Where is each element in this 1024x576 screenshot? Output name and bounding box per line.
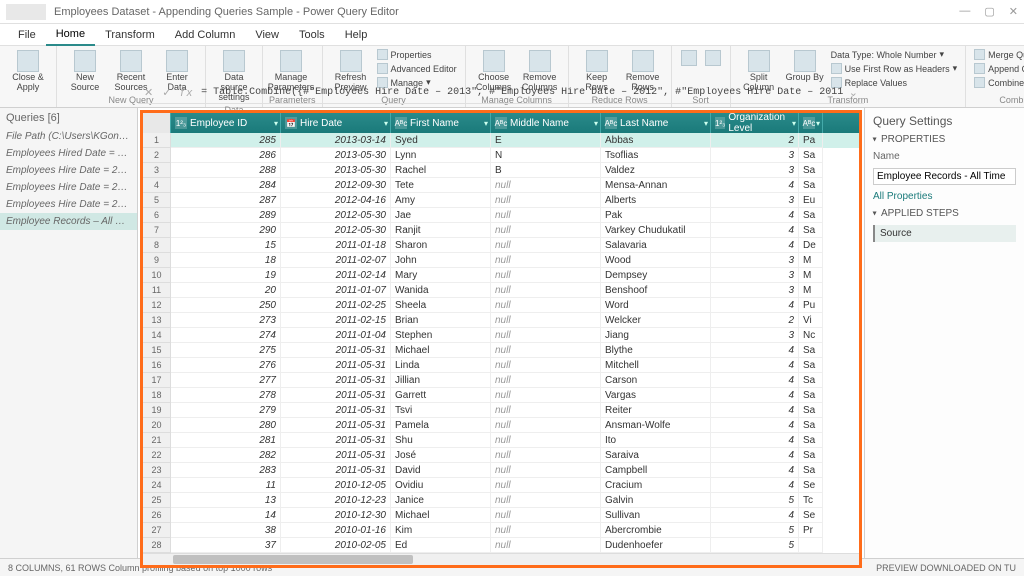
horizontal-scrollbar[interactable] (143, 553, 859, 565)
properties-button[interactable]: Properties (375, 48, 459, 61)
query-item[interactable]: Employee Records – All Time (0, 213, 137, 230)
table-row[interactable]: 27382010-01-16KimnullAbercrombie5Pr (143, 523, 859, 538)
queries-panel: Queries [6] File Path (C:\Users\KGoncalv… (0, 108, 138, 558)
query-item[interactable]: File Path (C:\Users\KGoncalves\Go… (0, 128, 137, 145)
data-grid[interactable]: 1²₃Employee ID▾📅Hire Date▾AᴮcFirst Name▾… (143, 113, 859, 565)
tab-home[interactable]: Home (46, 24, 95, 46)
first-row-headers-button[interactable]: Use First Row as Headers ▾ (829, 62, 960, 75)
title-bar: Employees Dataset - Appending Queries Sa… (0, 0, 1024, 24)
formula-icons[interactable]: ✕ ✓ fx (144, 86, 195, 99)
query-settings-title: Query Settings (873, 114, 1016, 128)
query-settings-panel: Query Settings PROPERTIES Name All Prope… (864, 108, 1024, 558)
minimize-icon[interactable]: — (959, 5, 970, 18)
table-row[interactable]: 152752011-05-31MichaelnullBlythe4Sa (143, 343, 859, 358)
table-row[interactable]: 62892012-05-30JaenullPak4Sa (143, 208, 859, 223)
table-row[interactable]: 28372010-02-05EdnullDudenhoefer5 (143, 538, 859, 553)
ribbon-tabs: FileHomeTransformAdd ColumnViewToolsHelp (0, 24, 1024, 46)
column-header[interactable]: Aᴮc▾ (799, 113, 823, 133)
query-item[interactable]: Employees Hire Date = 2011 (0, 162, 137, 179)
tab-add-column[interactable]: Add Column (165, 25, 246, 45)
quick-access-toolbar[interactable] (6, 4, 46, 20)
data-grid-frame: 1²₃Employee ID▾📅Hire Date▾AᴮcFirst Name▾… (140, 110, 862, 568)
status-right: PREVIEW DOWNLOADED ON TU (876, 563, 1016, 573)
column-header[interactable]: AᴮcMiddle Name▾ (491, 113, 601, 133)
table-row[interactable]: 72902012-05-30RanjitnullVarkey Chudukati… (143, 223, 859, 238)
applied-step-source[interactable]: Source (873, 225, 1016, 242)
applied-steps-header[interactable]: APPLIED STEPS (873, 208, 1016, 219)
tab-view[interactable]: View (245, 25, 289, 45)
append-queries-button[interactable]: Append Queries ▾ (972, 62, 1024, 75)
table-row[interactable]: 182782011-05-31GarrettnullVargas4Sa (143, 388, 859, 403)
maximize-icon[interactable]: ▢ (984, 5, 994, 18)
table-row[interactable]: 232832011-05-31DavidnullCampbell4Sa (143, 463, 859, 478)
query-name-input[interactable] (873, 168, 1016, 185)
table-row[interactable]: 9182011-02-07JohnnullWood3M (143, 253, 859, 268)
table-row[interactable]: 24112010-12-05OvidiunullCracium4Se (143, 478, 859, 493)
new-source-button[interactable]: New Source (63, 48, 107, 95)
table-row[interactable]: 142742011-01-04StephennullJiang3Nc (143, 328, 859, 343)
table-row[interactable]: 11202011-01-07WanidanullBenshoof3M (143, 283, 859, 298)
table-row[interactable]: 202802011-05-31PamelanullAnsman-Wolfe4Sa (143, 418, 859, 433)
name-label: Name (873, 151, 1016, 162)
column-header[interactable]: 📅Hire Date▾ (281, 113, 391, 133)
query-item[interactable]: Employees Hire Date = 2012 (0, 179, 137, 196)
advanced-editor-button[interactable]: Advanced Editor (375, 62, 459, 75)
data-type-dropdown[interactable]: Data Type: Whole Number ▾ (829, 48, 960, 61)
tab-help[interactable]: Help (335, 25, 378, 45)
table-row[interactable]: 162762011-05-31LindanullMitchell4Sa (143, 358, 859, 373)
all-properties-link[interactable]: All Properties (873, 191, 1016, 202)
close-icon[interactable]: ✕ (1009, 5, 1018, 18)
column-header[interactable]: 1²₃Organization Level▾ (711, 113, 799, 133)
close-apply-button[interactable]: Close & Apply (6, 48, 50, 95)
tab-tools[interactable]: Tools (289, 25, 335, 45)
table-row[interactable]: 12852013-03-14SyedEAbbas2Pa (143, 133, 859, 148)
column-header[interactable]: AᴮcFirst Name▾ (391, 113, 491, 133)
query-item[interactable]: Employees Hire Date = 2013 (0, 196, 137, 213)
formula-expand-icon[interactable]: ⌄ (849, 86, 858, 99)
grid-header-row: 1²₃Employee ID▾📅Hire Date▾AᴮcFirst Name▾… (143, 113, 859, 133)
formula-bar[interactable]: ✕ ✓ fx = Table.Combine({#"Employees Hire… (138, 82, 864, 104)
table-row[interactable]: 25132010-12-23JanicenullGalvin5Tc (143, 493, 859, 508)
window-title: Employees Dataset - Appending Queries Sa… (54, 6, 959, 18)
table-row[interactable]: 42842012-09-30TetenullMensa-Annan4Sa (143, 178, 859, 193)
column-header[interactable]: AᴮcLast Name▾ (601, 113, 711, 133)
column-header[interactable]: 1²₃Employee ID▾ (171, 113, 281, 133)
formula-text[interactable]: = Table.Combine({#"Employees Hire Date –… (201, 87, 843, 98)
properties-header[interactable]: PROPERTIES (873, 134, 1016, 145)
table-row[interactable]: 32882013-05-30RachelBValdez3Sa (143, 163, 859, 178)
table-row[interactable]: 122502011-02-25SheelanullWord4Pu (143, 298, 859, 313)
queries-header: Queries [6] (0, 108, 137, 128)
combine-files-button[interactable]: Combine Files (972, 76, 1024, 89)
tab-transform[interactable]: Transform (95, 25, 165, 45)
table-row[interactable]: 212812011-05-31ShunullIto4Sa (143, 433, 859, 448)
tab-file[interactable]: File (8, 25, 46, 45)
table-row[interactable]: 52872012-04-16AmynullAlberts3Eu (143, 193, 859, 208)
table-row[interactable]: 192792011-05-31TsvinullReiter4Sa (143, 403, 859, 418)
table-row[interactable]: 222822011-05-31JosénullSaraiva4Sa (143, 448, 859, 463)
merge-queries-button[interactable]: Merge Queries ▾ (972, 48, 1024, 61)
table-row[interactable]: 22862013-05-30LynnNTsoflias3Sa (143, 148, 859, 163)
query-item[interactable]: Employees Hired Date = 2010 (0, 145, 137, 162)
table-row[interactable]: 172772011-05-31JilliannullCarson4Sa (143, 373, 859, 388)
table-row[interactable]: 132732011-02-15BriannullWelcker2Vi (143, 313, 859, 328)
table-row[interactable]: 26142010-12-30MichaelnullSullivan4Se (143, 508, 859, 523)
table-row[interactable]: 10192011-02-14MarynullDempsey3M (143, 268, 859, 283)
table-row[interactable]: 8152011-01-18SharonnullSalavaria4De (143, 238, 859, 253)
